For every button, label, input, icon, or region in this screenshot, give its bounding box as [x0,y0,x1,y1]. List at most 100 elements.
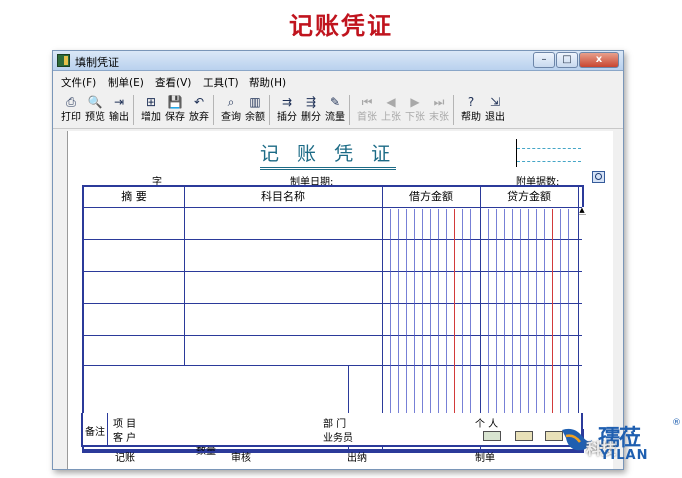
toolbar-label: 余额 [245,112,265,123]
voucher-grid: 摘 要 科目名称 借方金额 贷方金额 票号 日期 单价 数量 合 计 ▲ [82,185,586,457]
toolbar-label: 输出 [109,112,129,123]
amount-digit-line [496,209,497,445]
menu-file[interactable]: 文件(F) [61,75,96,90]
menu-help[interactable]: 帮助(H) [249,75,286,90]
undo-icon: ↶ [193,95,205,109]
toolbar-label: 放弃 [189,112,209,123]
signature-reviewer: 审核 [231,453,251,464]
brand-name-en: YILAN [600,448,649,463]
column-header-debit: 借方金额 [409,190,453,203]
previous-record-icon: ◀ [386,95,396,109]
brand-logo: 孺莅 科技 YILAN ® [560,418,681,470]
toolbar-separator [269,95,270,125]
amount-digit-line [446,209,447,445]
maximize-button[interactable]: □ [556,52,578,68]
delete-row-icon: ⇶ [305,95,317,109]
help-icon: ? [467,95,475,109]
column-header-credit: 贷方金额 [507,190,551,203]
amount-digit-line [528,209,529,445]
window-title: 填制凭证 [75,56,119,69]
last-record-button[interactable]: ⏭ 末张 [427,93,451,127]
column-header-summary: 摘 要 [121,190,147,203]
exit-icon: ⇲ [489,95,501,109]
attachment-search-icon[interactable] [592,171,605,183]
account-cell[interactable] [185,272,382,303]
menu-bar: 文件(F) 制单(E) 查看(V) 工具(T) 帮助(H) [53,72,623,90]
export-button[interactable]: ⇥ 输出 [107,93,131,127]
voucher-window: 填制凭证 – □ x 文件(F) 制单(E) 查看(V) 工具(T) 帮助(H)… [52,50,624,470]
first-record-icon: ⏮ [361,95,373,109]
exit-button[interactable]: ⇲ 退出 [483,93,507,127]
next-record-icon: ▶ [410,95,420,109]
side-input-line [517,161,581,162]
summary-cell[interactable] [84,208,184,239]
voucher-side-input[interactable] [516,139,581,167]
cash-flow-button[interactable]: ✎ 流量 [323,93,347,127]
preview-icon: 🔍 [87,95,103,109]
menu-tools[interactable]: 工具(T) [203,75,239,90]
menu-view[interactable]: 查看(V) [155,75,191,90]
signature-cashier: 出纳 [347,453,367,464]
account-cell[interactable] [185,304,382,335]
bar-chart-icon: ▥ [249,95,261,109]
printer-icon: ⎙ [66,95,76,109]
scroll-up-arrow-icon[interactable]: ▲ [578,207,586,215]
toolbar-label: 流量 [325,112,345,123]
grid-scrollbar[interactable]: ▲ [578,207,586,429]
toolbar-separator [133,95,134,125]
bar-chart-button[interactable]: ▥ 余额 [243,93,267,127]
side-input-line [517,148,581,149]
cash-flow-icon: ✎ [329,95,341,109]
amount-digit-line [536,209,537,445]
account-cell[interactable] [185,208,382,239]
amount-digit-line [520,209,521,445]
undo-button[interactable]: ↶ 放弃 [187,93,211,127]
amount-digit-line [454,209,455,445]
account-cell[interactable] [185,240,382,271]
insert-row-icon: ⇉ [281,95,293,109]
menu-voucher[interactable]: 制单(E) [108,75,144,90]
individual-label: 个 人 [475,419,499,430]
column-header-account: 科目名称 [261,190,305,203]
minimize-button[interactable]: – [533,52,555,68]
card-icon[interactable] [515,431,533,441]
binoculars-icon: ⌕ [227,95,235,109]
slide-title: 记账凭证 [289,11,393,40]
amount-digit-line [470,209,471,445]
amount-digit-line [390,209,391,445]
close-button[interactable]: x [579,52,619,68]
amount-digit-line [512,209,513,445]
amount-digit-line [462,209,463,445]
amount-digit-line [552,209,553,445]
save-icon: 💾 [167,95,183,109]
registered-mark: ® [672,418,681,428]
title-bar[interactable]: 填制凭证 – □ x [53,51,623,71]
toolbar-separator [349,95,350,125]
voucher-title: 记 账 凭 证 [260,139,397,170]
amount-digit-line [568,209,569,445]
department-label: 部 门 [323,419,347,430]
remark-label: 备注 [85,427,105,438]
account-cell[interactable] [185,336,382,367]
export-icon: ⇥ [113,95,125,109]
toolbar-label: 退出 [485,112,505,123]
customer-label: 客 户 [113,433,137,444]
remark-divider [107,413,108,445]
summary-cell[interactable] [84,272,184,303]
column-line [480,187,481,449]
add-icon: ⊞ [145,95,157,109]
salesperson-label: 业务员 [323,433,353,444]
amount-digit-line [430,209,431,445]
card-icon[interactable] [483,431,501,441]
amount-digit-line [422,209,423,445]
amount-digit-line [406,209,407,445]
summary-cell[interactable] [84,336,184,367]
project-label: 项 目 [113,419,137,430]
last-record-icon: ⏭ [433,95,445,109]
grid-divider [82,451,584,453]
amount-digit-line [414,209,415,445]
summary-cell[interactable] [84,304,184,335]
summary-cell[interactable] [84,240,184,271]
column-line [382,187,383,449]
voucher-footer-panel: 备注 项 目 客 户 部 门 业务员 个 人 [81,413,583,447]
